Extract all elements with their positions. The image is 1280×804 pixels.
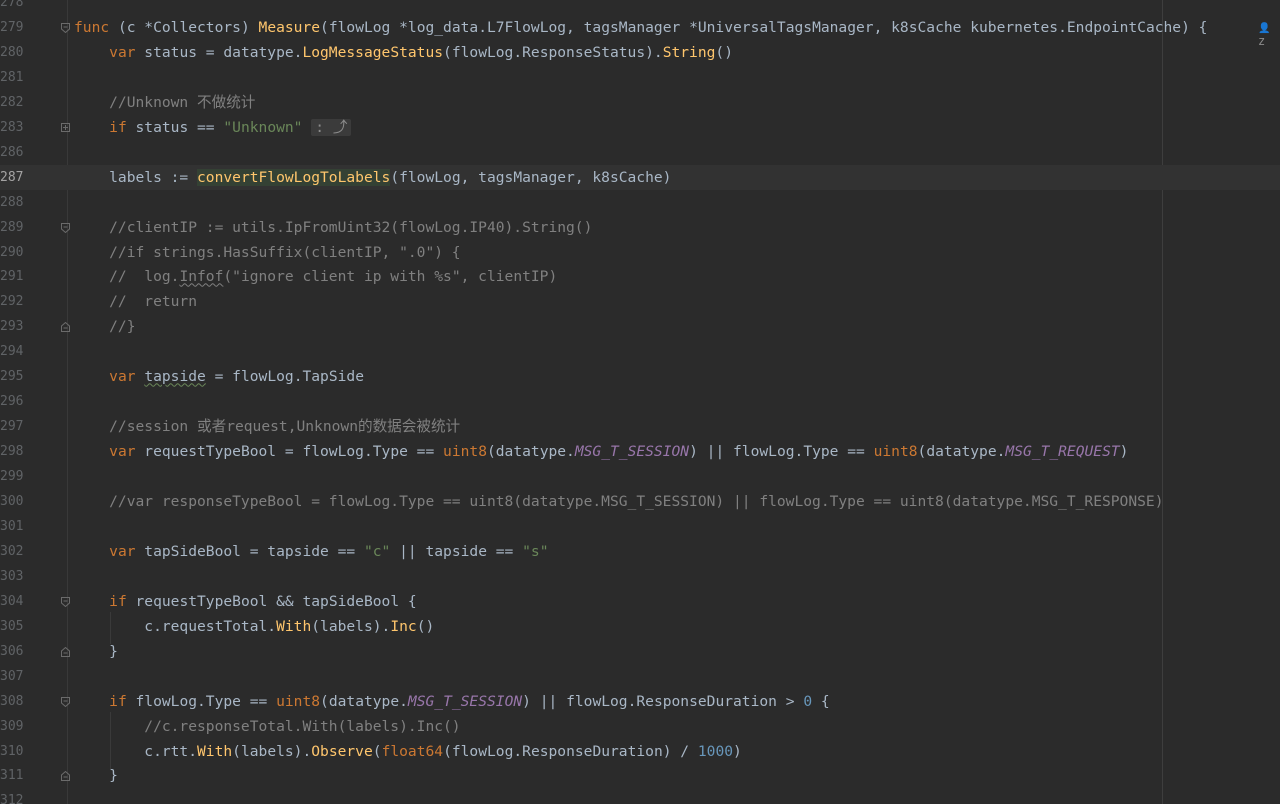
- line-number: 282: [0, 94, 24, 110]
- fold-collapse-icon[interactable]: [61, 22, 70, 33]
- line-number: 295: [0, 369, 24, 385]
- code-text: if status == "Unknown" : ⤴: [74, 115, 352, 140]
- code-line[interactable]: 280 var status = datatype.LogMessageStat…: [0, 40, 1280, 65]
- code-line[interactable]: 289 //clientIP := utils.IpFromUint32(flo…: [0, 215, 1280, 240]
- line-number: 300: [0, 494, 24, 509]
- folded-code-hint[interactable]: : ⤴: [311, 118, 352, 136]
- code-line[interactable]: 288: [0, 190, 1280, 215]
- code-line[interactable]: 305 c.requestTotal.With(labels).Inc(): [0, 614, 1280, 639]
- line-number: 287: [0, 169, 24, 185]
- code-line[interactable]: 299: [0, 464, 1280, 489]
- code-text: //Unknown 不做统计: [74, 93, 256, 111]
- line-number: 297: [0, 419, 24, 435]
- line-number: 299: [0, 469, 24, 485]
- code-text: //var responseTypeBool = flowLog.Type ==…: [74, 493, 1164, 510]
- code-line[interactable]: 306 }: [0, 639, 1280, 664]
- code-line[interactable]: 297 //session 或者request,Unknown的数据会被统计: [0, 414, 1280, 439]
- line-number: 278: [0, 0, 24, 10]
- line-number: 291: [0, 269, 24, 285]
- code-text: labels := convertFlowLogToLabels(flowLog…: [74, 168, 672, 186]
- code-line[interactable]: 302 var tapSideBool = tapside == "c" || …: [0, 539, 1280, 564]
- code-line[interactable]: 307: [0, 664, 1280, 689]
- code-line[interactable]: 291 // log.Infof("ignore client ip with …: [0, 264, 1280, 289]
- code-line[interactable]: 290 //if strings.HasSuffix(clientIP, ".0…: [0, 240, 1280, 265]
- code-line[interactable]: 298 var requestTypeBool = flowLog.Type =…: [0, 439, 1280, 464]
- fold-collapse-icon[interactable]: [61, 696, 70, 707]
- code-line[interactable]: 294: [0, 339, 1280, 364]
- line-number: 312: [0, 793, 24, 804]
- line-number: 304: [0, 593, 24, 609]
- line-number: 294: [0, 344, 24, 360]
- line-number: 281: [0, 69, 24, 85]
- code-text: if flowLog.Type == uint8(datatype.MSG_T_…: [109, 692, 830, 710]
- code-line[interactable]: 283 if status == "Unknown" : ⤴: [0, 115, 1280, 140]
- line-number: 296: [0, 394, 24, 410]
- code-line[interactable]: 282 //Unknown 不做统计: [0, 90, 1280, 115]
- line-number: 301: [0, 518, 24, 534]
- code-line[interactable]: 281: [0, 65, 1280, 90]
- fold-collapse-icon[interactable]: [61, 771, 70, 782]
- code-line[interactable]: 286: [0, 140, 1280, 165]
- code-line[interactable]: 312: [0, 788, 1280, 804]
- line-number: 289: [0, 219, 24, 235]
- code-line[interactable]: 279 func (c *Collectors) Measure(flowLog …: [0, 15, 1280, 40]
- code-text: if requestTypeBool && tapSideBool {: [109, 592, 417, 610]
- line-number: 293: [0, 319, 24, 335]
- fold-collapse-icon[interactable]: [61, 596, 70, 607]
- line-number: 283: [0, 119, 24, 135]
- code-line[interactable]: 300 //var responseTypeBool = flowLog.Typ…: [0, 489, 1280, 514]
- fold-collapse-icon[interactable]: [61, 222, 70, 233]
- code-text: }: [74, 642, 118, 660]
- code-text: // return: [74, 293, 198, 311]
- code-text: c.requestTotal.With(labels).Inc(): [74, 617, 435, 635]
- code-line[interactable]: 309 //c.responseTotal.With(labels).Inc(): [0, 714, 1280, 739]
- line-number: 307: [0, 668, 24, 684]
- line-number: 292: [0, 294, 24, 310]
- code-line[interactable]: 278: [0, 0, 1280, 15]
- code-editor[interactable]: 278 279 func (c *Collectors) Measure(flowL…: [0, 0, 1280, 804]
- code-text: //clientIP := utils.IpFromUint32(flowLog…: [74, 218, 593, 236]
- line-number: 302: [0, 543, 24, 559]
- author-hint: 👤 z: [1258, 23, 1271, 48]
- code-text: }: [74, 767, 118, 785]
- code-text: // log.Infof("ignore client ip with %s",…: [74, 268, 558, 286]
- code-line[interactable]: 295 var tapside = flowLog.TapSide: [0, 364, 1280, 389]
- code-text: var tapSideBool = tapside == "c" || taps…: [109, 542, 549, 560]
- line-number: 290: [0, 244, 24, 260]
- code-line[interactable]: 303: [0, 564, 1280, 589]
- code-line[interactable]: 287 labels := convertFlowLogToLabels(flo…: [0, 164, 1280, 190]
- code-line[interactable]: 310 c.rtt.With(labels).Observe(float64(f…: [0, 739, 1280, 764]
- code-text: var tapside = flowLog.TapSide: [109, 368, 364, 386]
- code-text: //session 或者request,Unknown的数据会被统计: [74, 418, 461, 436]
- code-line[interactable]: 293 //}: [0, 314, 1280, 339]
- code-text: //}: [74, 318, 136, 336]
- code-text: //if strings.HasSuffix(clientIP, ".0") {: [74, 243, 461, 261]
- line-number: 309: [0, 718, 24, 734]
- code-text: var status = datatype.LogMessageStatus(f…: [109, 43, 733, 61]
- fold-expand-icon[interactable]: [61, 122, 70, 132]
- line-number: 298: [0, 444, 24, 460]
- code-line[interactable]: 311 }: [0, 763, 1280, 788]
- code-line[interactable]: 301: [0, 514, 1280, 539]
- code-text: c.rtt.With(labels).Observe(float64(flowL…: [74, 742, 742, 760]
- fold-collapse-icon[interactable]: [61, 322, 70, 333]
- line-number: 306: [0, 643, 24, 659]
- code-line[interactable]: 296: [0, 389, 1280, 414]
- line-number: 280: [0, 44, 24, 60]
- fold-collapse-icon[interactable]: [61, 646, 70, 657]
- line-number: 308: [0, 693, 24, 709]
- line-number: 288: [0, 194, 24, 210]
- line-number: 310: [0, 743, 24, 759]
- code-line[interactable]: 308 if flowLog.Type == uint8(datatype.MS…: [0, 689, 1280, 714]
- code-text: func (c *Collectors) Measure(flowLog *lo…: [74, 18, 1208, 36]
- line-number: 305: [0, 618, 24, 634]
- code-text: //c.responseTotal.With(labels).Inc(): [74, 717, 461, 735]
- line-number: 303: [0, 568, 24, 584]
- code-line[interactable]: 292 // return: [0, 289, 1280, 314]
- code-line[interactable]: 304 if requestTypeBool && tapSideBool {: [0, 589, 1280, 614]
- line-number: 279: [0, 19, 24, 35]
- line-number: 286: [0, 144, 24, 160]
- line-number: 311: [0, 768, 24, 784]
- code-text: var requestTypeBool = flowLog.Type == ui…: [109, 443, 1129, 461]
